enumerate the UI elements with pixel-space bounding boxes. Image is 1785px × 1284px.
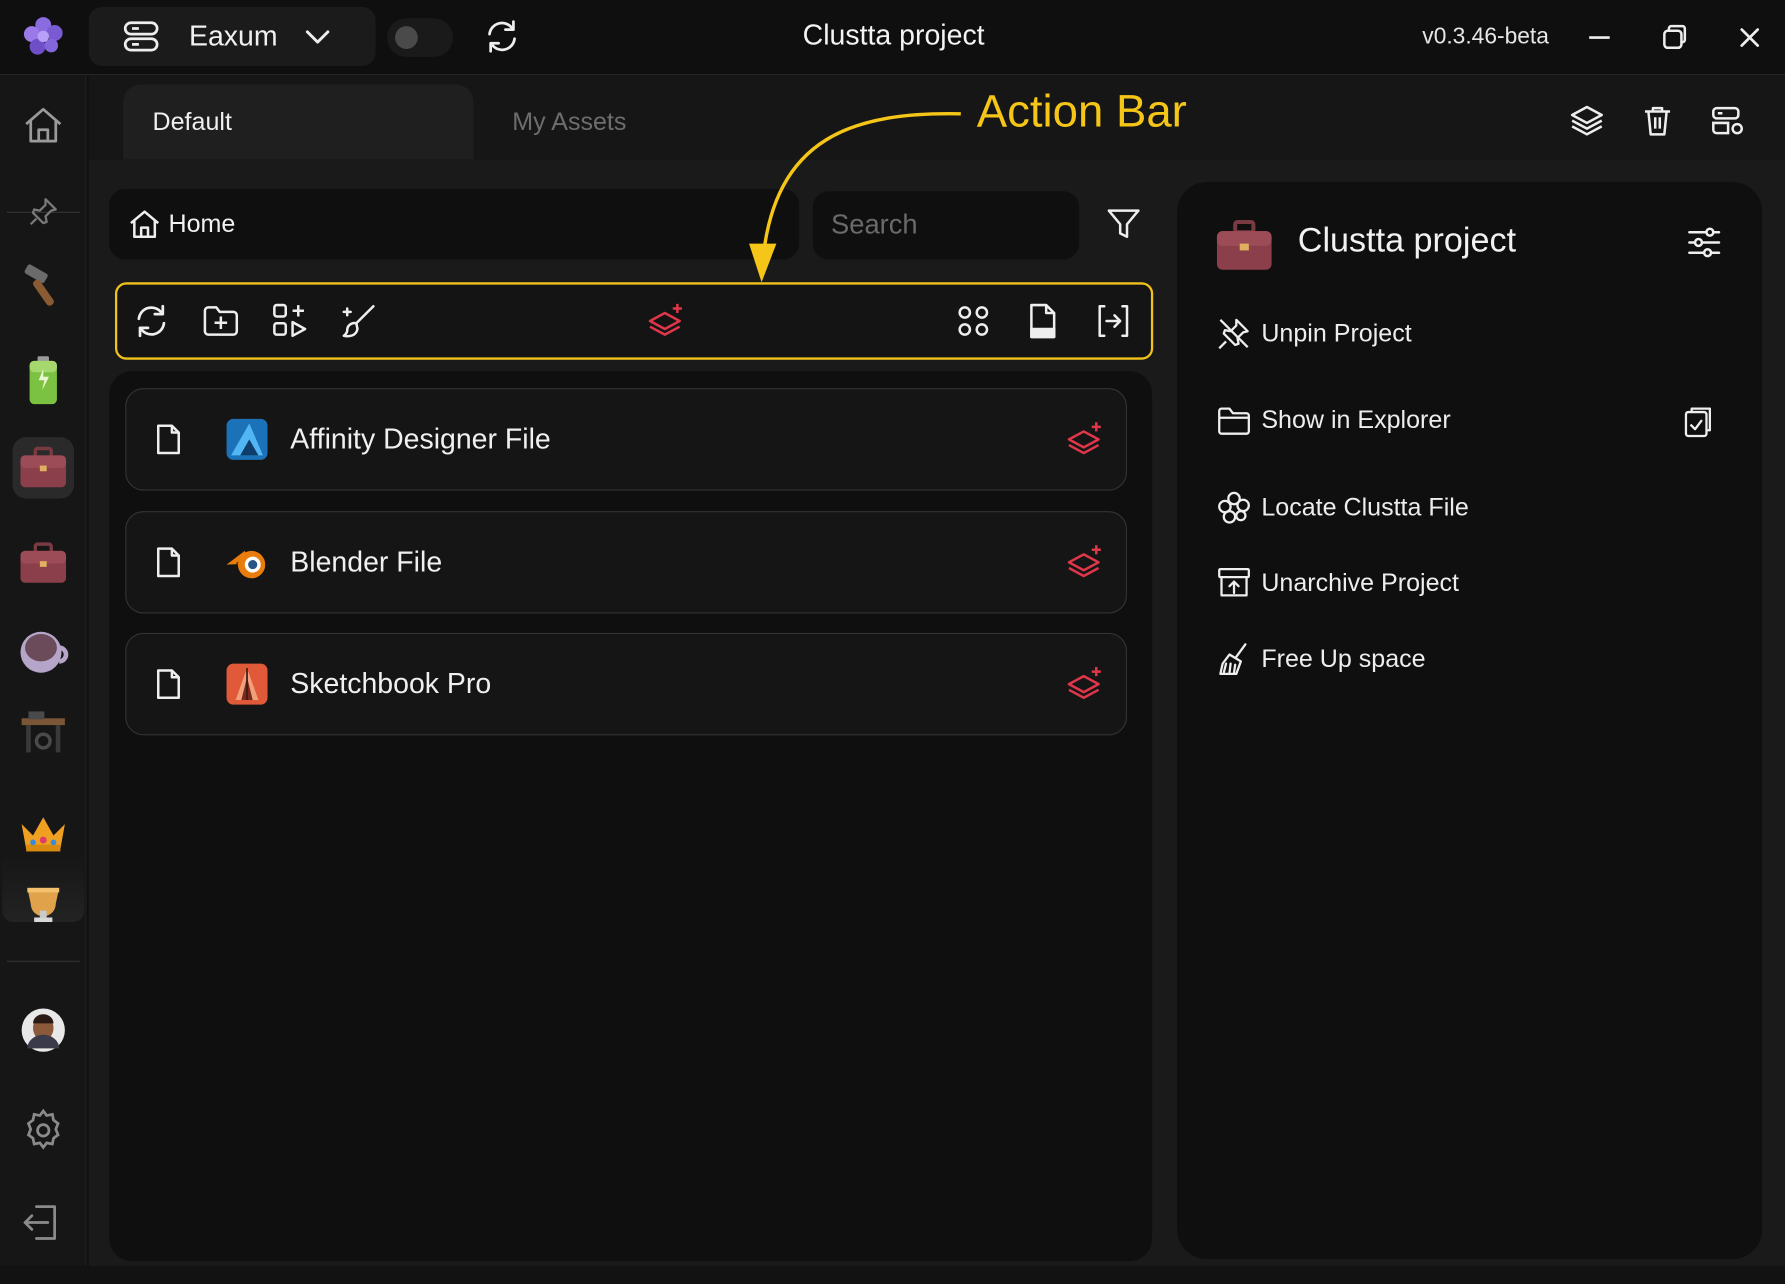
unarchive-project-button[interactable]: Unarchive Project [1216,560,1459,606]
home-icon [130,210,160,239]
unarchive-icon [1218,568,1250,597]
add-to-stack-icon[interactable] [1067,420,1106,459]
sidebar-settings[interactable] [16,1103,71,1158]
sewing-table-icon [21,711,65,753]
broom-icon [1219,643,1247,676]
grid-view-icon[interactable] [954,302,993,341]
toggle-knob [395,26,418,49]
sidebar-project-trophy[interactable] [16,876,71,931]
sidebar-project-briefcase[interactable] [16,536,71,591]
minimize-icon[interactable] [1582,20,1616,54]
action-bar [114,282,1154,360]
annotation-label: Action Bar [976,86,1187,137]
show-in-explorer-button[interactable]: Show in Explorer [1216,397,1451,443]
file-name: Sketchbook Pro [290,667,492,700]
sidebar-project-battery[interactable] [16,353,71,408]
new-folder-icon[interactable] [201,302,240,341]
sidebar-logout[interactable] [16,1195,71,1250]
sidebar-pin[interactable] [16,184,71,239]
refresh-icon[interactable] [132,302,171,341]
sidebar-item-home[interactable] [16,98,71,153]
avatar [21,1008,65,1052]
list-item[interactable]: Blender File [125,511,1128,614]
clustta-logo-icon[interactable] [20,14,66,60]
title-bar: Eaxum Clustta project v0.3.46-beta [0,0,1785,76]
breadcrumb[interactable]: Home [109,188,800,260]
storage-settings-icon[interactable] [1710,102,1746,138]
export-icon[interactable] [1094,302,1133,341]
server-icon [123,21,159,52]
add-to-stack-icon[interactable] [1067,543,1106,582]
brush-icon[interactable] [340,302,379,341]
locate-clustta-file-button[interactable]: Locate Clustta File [1216,485,1469,531]
action-label: Show in Explorer [1261,405,1451,434]
list-item[interactable]: Sketchbook Pro [125,632,1128,736]
battery-icon [29,356,57,405]
affinity-designer-icon [226,418,268,460]
hammer-icon [24,264,54,306]
crown-icon [21,817,65,852]
coffee-cup-icon [20,631,69,673]
toggle-switch[interactable] [387,18,454,57]
logout-icon [23,1205,57,1240]
add-to-stack-icon[interactable] [1067,665,1106,704]
briefcase-icon [20,542,67,583]
file-list [109,371,1153,1262]
file-icon [156,424,180,455]
sidebar-divider [6,960,80,962]
sidebar-project-cup[interactable] [16,624,71,679]
sliders-icon[interactable] [1685,223,1724,262]
version-label: v0.3.46-beta [1422,23,1549,49]
file-icon [156,669,180,700]
free-up-space-button[interactable]: Free Up space [1216,636,1426,682]
breadcrumb-label: Home [168,209,236,238]
pin-icon [29,198,57,226]
tab-default[interactable]: Default [122,84,474,160]
file-icon [156,547,180,578]
trash-icon[interactable] [1639,102,1675,138]
sync-icon[interactable] [483,17,522,56]
layers-icon[interactable] [1569,102,1605,138]
user-avatar[interactable] [16,1003,71,1058]
briefcase-icon [1216,219,1272,270]
window-title: Clustta project [802,19,985,52]
filter-icon[interactable] [1104,205,1143,244]
action-label: Free Up space [1261,644,1426,673]
unpin-icon [1218,318,1249,350]
add-media-icon[interactable] [271,302,310,341]
annotation-arrow [749,112,961,283]
workspace-switcher[interactable]: Eaxum [88,6,376,67]
clustta-logo-icon [1218,491,1250,524]
folder-icon [1218,407,1250,435]
app-window: Eaxum Clustta project v0.3.46-beta Defau… [0,0,1785,1284]
chevron-down-icon [305,30,330,44]
action-label: Unarchive Project [1261,568,1460,597]
sidebar-project-crown[interactable] [16,806,71,861]
file-name: Affinity Designer File [290,422,551,455]
add-to-stack-icon[interactable] [648,302,687,341]
close-icon[interactable] [1733,20,1767,54]
workspace-name: Eaxum [188,19,278,52]
window-bottom-edge [0,1265,1785,1284]
project-title: Clustta project [1297,221,1517,260]
briefcase-icon [20,446,67,488]
maximize-icon[interactable] [1658,20,1692,54]
sidebar-project-hammer[interactable] [16,257,71,312]
action-label: Locate Clustta File [1261,492,1469,522]
sidebar-project-clustta[interactable] [16,441,71,496]
sidebar [0,75,87,1284]
list-item[interactable]: Affinity Designer File [125,388,1128,491]
blender-icon [226,550,266,579]
sketchbook-icon [226,663,268,705]
unpin-project-button[interactable]: Unpin Project [1216,311,1412,357]
copy-path-icon[interactable] [1680,403,1716,439]
document-icon[interactable] [1023,302,1062,341]
sidebar-project-desk[interactable] [16,706,71,761]
action-label: Unpin Project [1261,318,1412,348]
home-icon [25,107,62,143]
trophy-icon [27,887,60,923]
gear-icon [26,1108,60,1150]
file-name: Blender File [290,545,443,578]
